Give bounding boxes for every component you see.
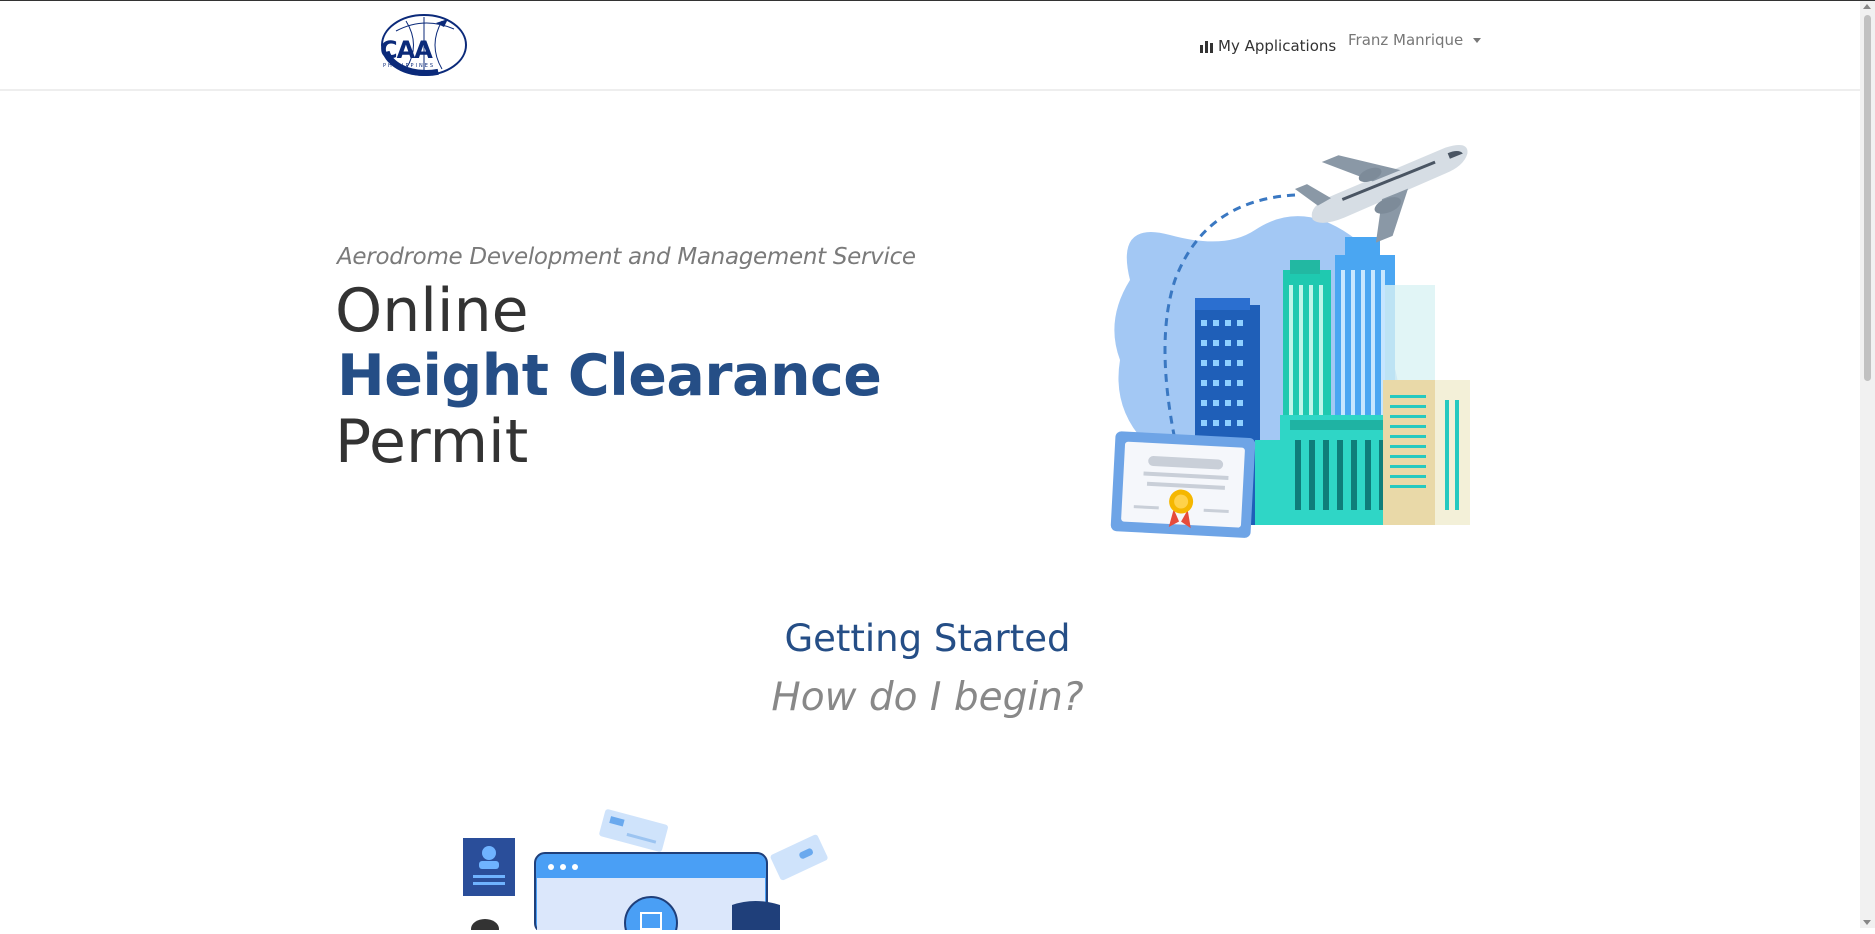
scroll-down-arrow-icon[interactable] — [1863, 920, 1871, 925]
hero-title-line3: Permit — [335, 407, 529, 477]
navbar: CAA PHILIPPINES My Applications Franz Ma… — [0, 1, 1860, 91]
hero-illustration — [1085, 140, 1480, 554]
logo-subtext: PHILIPPINES — [383, 63, 436, 69]
my-applications-link[interactable]: My Applications — [1200, 37, 1336, 55]
user-name: Franz Manrique — [1348, 31, 1464, 49]
hero-title-line2: Height Clearance — [337, 343, 882, 409]
scrollbar-thumb[interactable] — [1864, 15, 1871, 381]
caret-down-icon — [1473, 37, 1482, 43]
bar-chart-icon — [1200, 40, 1213, 53]
hero-title-line1: Online — [335, 276, 529, 346]
user-menu-dropdown[interactable]: Franz Manrique — [1348, 31, 1482, 49]
getting-started-illustration — [455, 805, 835, 934]
my-applications-label: My Applications — [1218, 37, 1337, 55]
hero-subtitle: Aerodrome Development and Management Ser… — [337, 244, 916, 270]
getting-started-subtitle: How do I begin? — [771, 675, 1084, 720]
city-airplane-certificate-illustration — [1110, 145, 1470, 538]
caa-logo[interactable]: CAA PHILIPPINES — [376, 11, 472, 81]
online-application-illustration — [463, 809, 828, 934]
logo-text: CAA — [380, 36, 433, 64]
getting-started-title: Getting Started — [784, 617, 1071, 660]
scroll-up-arrow-icon[interactable] — [1863, 4, 1871, 9]
page-scrollbar[interactable] — [1860, 1, 1875, 928]
